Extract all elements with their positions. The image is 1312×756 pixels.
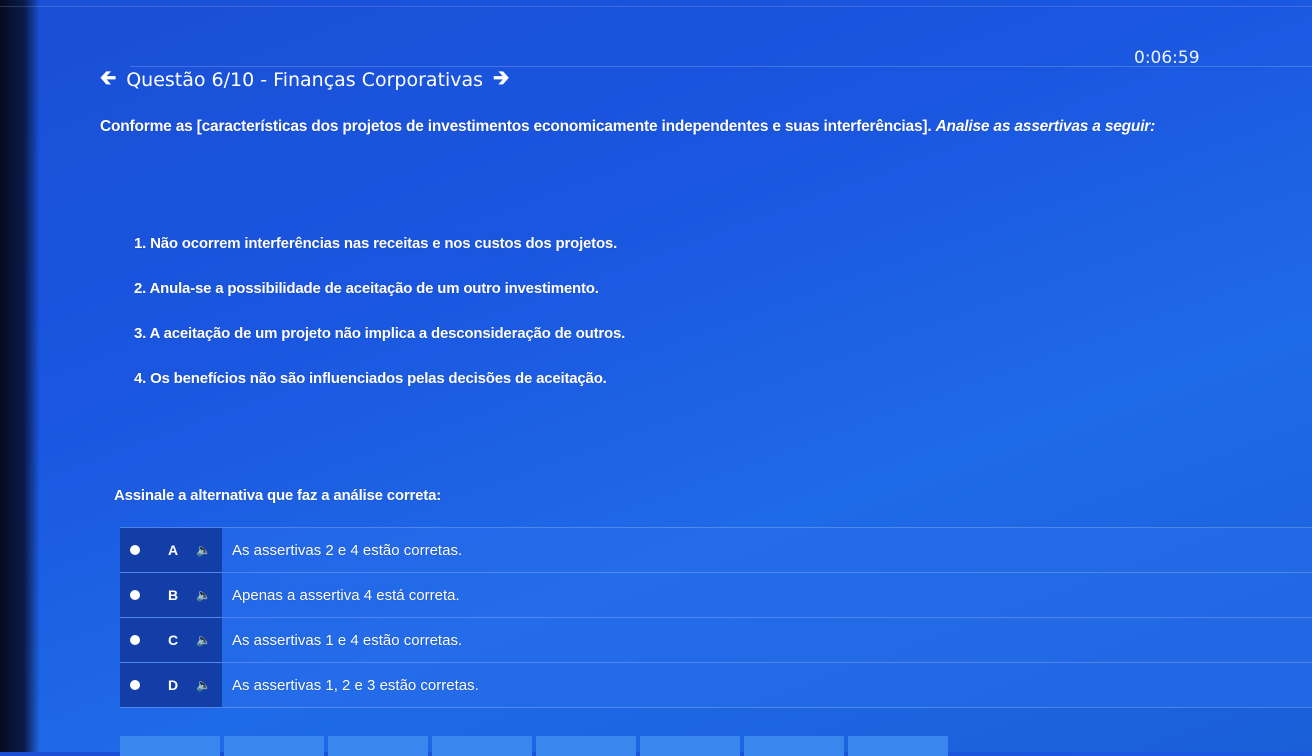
prompt-text: Conforme as [características dos projeto…: [100, 118, 932, 135]
assertion-item: 2. Anula-se a possibilidade de aceitação…: [134, 280, 599, 297]
option-text[interactable]: As assertivas 1 e 4 estão corretas.: [222, 618, 1312, 662]
option-text[interactable]: Apenas a assertiva 4 está correta.: [222, 573, 1312, 617]
question-tab[interactable]: [640, 736, 740, 756]
radio-button[interactable]: [130, 635, 140, 645]
option-b[interactable]: B 🔈 Apenas a assertiva 4 está correta.: [120, 572, 1312, 617]
radio-button[interactable]: [130, 680, 140, 690]
option-letter: C: [168, 632, 179, 648]
option-letter: B: [168, 587, 179, 603]
radio-button[interactable]: [130, 545, 140, 555]
option-controls: A 🔈: [120, 528, 222, 572]
question-tab[interactable]: [536, 736, 636, 756]
assertion-item: 3. A aceitação de um projeto não implica…: [134, 325, 626, 342]
timer: 0:06:59: [1134, 48, 1200, 68]
option-d[interactable]: D 🔈 As assertivas 1, 2 e 3 estão correta…: [120, 662, 1312, 708]
speaker-icon[interactable]: 🔈: [196, 588, 211, 602]
question-tab[interactable]: [328, 736, 428, 756]
question-tab[interactable]: [744, 736, 844, 756]
option-controls: C 🔈: [120, 618, 222, 662]
assertion-item: 1. Não ocorrem interferências nas receit…: [134, 235, 618, 252]
assertion-list: 1. Não ocorrem interferências nas receit…: [134, 235, 625, 415]
assertion-item: 4. Os benefícios não são influenciados p…: [134, 370, 607, 387]
answer-options: A 🔈 As assertivas 2 e 4 estão corretas. …: [120, 527, 1312, 708]
option-text[interactable]: As assertivas 1, 2 e 3 estão corretas.: [222, 663, 1312, 707]
prompt-emphasis: Analise as assertivas a seguir:: [935, 118, 1156, 135]
option-controls: B 🔈: [120, 573, 222, 617]
question-nav-tabs: [120, 736, 952, 756]
question-header: 🡰 Questão 6/10 - Finanças Corporativas 🡲: [100, 63, 509, 97]
instruction-text: Assinale a alternativa que faz a análise…: [114, 487, 442, 504]
speaker-icon[interactable]: 🔈: [196, 678, 211, 692]
option-letter: D: [168, 677, 179, 693]
top-divider: [0, 6, 1312, 7]
option-c[interactable]: C 🔈 As assertivas 1 e 4 estão corretas.: [120, 617, 1312, 662]
question-tab[interactable]: [120, 736, 220, 756]
option-controls: D 🔈: [120, 663, 222, 707]
radio-button[interactable]: [130, 590, 140, 600]
question-tab[interactable]: [432, 736, 532, 756]
screen-bezel: [0, 0, 40, 752]
speaker-icon[interactable]: 🔈: [196, 633, 211, 647]
question-tab[interactable]: [224, 736, 324, 756]
option-text[interactable]: As assertivas 2 e 4 estão corretas.: [222, 528, 1312, 572]
option-letter: A: [168, 542, 179, 558]
arrow-left-icon[interactable]: 🡰: [100, 63, 116, 97]
question-tab[interactable]: [848, 736, 948, 756]
speaker-icon[interactable]: 🔈: [196, 543, 211, 557]
question-title: Questão 6/10 - Finanças Corporativas: [126, 69, 484, 91]
question-prompt: Conforme as [características dos projeto…: [100, 118, 1280, 136]
option-a[interactable]: A 🔈 As assertivas 2 e 4 estão corretas.: [120, 527, 1312, 572]
arrow-right-icon[interactable]: 🡲: [493, 63, 509, 97]
